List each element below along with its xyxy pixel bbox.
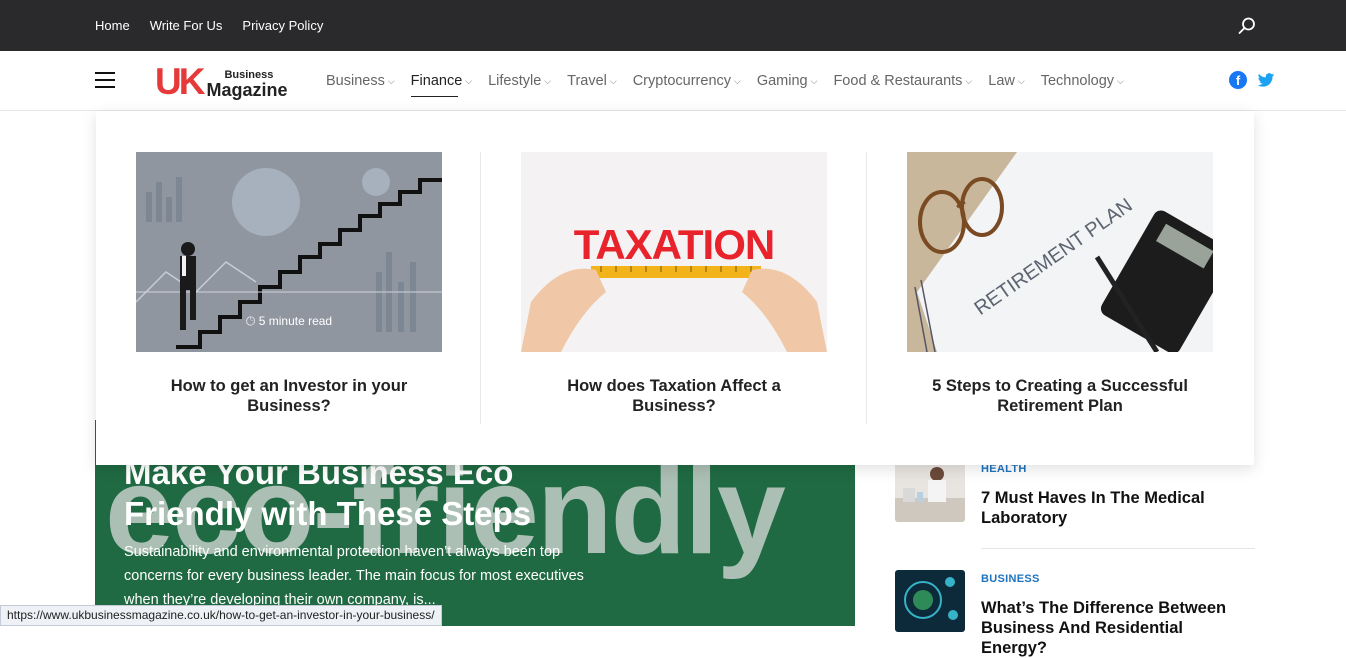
chevron-down-icon: ⌵ [465,75,473,86]
mega-menu-card[interactable]: 🕒︎ 5 minute read How to get an Investor … [136,152,442,416]
main-header: UK Business Magazine Business ⌵ Finance ⌵ … [0,51,1346,111]
clock-icon: 🕒︎ [245,314,256,328]
social-links: f [1229,71,1275,89]
hero-excerpt: Sustainability and environmental protect… [124,544,584,608]
image-caption: TAXATION [574,221,774,268]
nav-label: Finance [410,73,463,89]
top-bar: Home Write For Us Privacy Policy [0,0,1346,51]
twitter-icon[interactable] [1257,71,1275,89]
post-thumbnail[interactable] [895,460,965,522]
nav-item-gaming[interactable]: Gaming ⌵ [757,51,818,111]
divider [480,152,481,424]
nav-item-travel[interactable]: Travel ⌵ [567,51,617,111]
chevron-down-icon: ⌵ [965,75,973,86]
facebook-icon[interactable]: f [1229,71,1247,89]
nav-label: Technology [1040,73,1115,89]
chevron-down-icon: ⌵ [1117,75,1124,86]
logo-big-text: Magazine [206,80,288,100]
finance-mega-menu: 🕒︎ 5 minute read How to get an Investor … [96,111,1254,465]
nav-item-technology[interactable]: Technology ⌵ [1041,51,1124,111]
site-logo[interactable]: UK Business Magazine [155,61,288,102]
main-nav: Business ⌵ Finance ⌵ Lifestyle ⌵ Travel ⌵ Cr… [326,51,1124,111]
post-image[interactable]: TAXATION [521,152,827,352]
post-title[interactable]: What’s The Difference Between Business A… [981,598,1251,658]
read-time-text: 5 minute read [258,314,333,328]
top-links: Home Write For Us Privacy Policy [95,0,323,51]
chevron-down-icon: ⌵ [810,75,818,86]
nav-item-cryptocurrency[interactable]: Cryptocurrency ⌵ [633,51,741,111]
top-link-write-for-us[interactable]: Write For Us [150,18,223,33]
chevron-down-icon: ⌵ [1017,75,1025,86]
nav-item-lifestyle[interactable]: Lifestyle ⌵ [488,51,551,111]
divider [981,548,1255,549]
chevron-down-icon: ⌵ [734,75,741,86]
nav-label: Travel [567,73,607,89]
mega-card-title[interactable]: 5 Steps to Creating a Successful Retirem… [907,376,1213,416]
post-image[interactable]: 🕒︎ 5 minute read [136,152,442,352]
nav-item-business[interactable]: Business ⌵ [326,51,395,111]
chevron-down-icon: ⌵ [544,75,552,86]
post-title[interactable]: 7 Must Haves In The Medical Laboratory [981,488,1251,528]
post-category[interactable]: BUSINESS [981,573,1040,585]
nav-label: Lifestyle [488,73,542,89]
mega-menu-card[interactable]: RETIREMENT PLAN 5 Steps to Creating a Su… [907,152,1213,416]
mega-card-title[interactable]: How to get an Investor in your Business? [136,376,442,416]
post-image[interactable]: RETIREMENT PLAN [907,152,1213,352]
logo-mark: UK [155,61,205,102]
divider [866,152,867,424]
nav-label: Food & Restaurants [833,73,963,89]
chevron-down-icon: ⌵ [387,75,395,86]
nav-item-law[interactable]: Law ⌵ [988,51,1024,111]
mega-menu-card[interactable]: TAXATION How does Taxation Affect a Busi… [521,152,827,416]
mega-card-title[interactable]: How does Taxation Affect a Business? [521,376,827,416]
read-time-label: 🕒︎ 5 minute read [136,314,442,329]
nav-label: Gaming [756,73,808,89]
nav-item-food-restaurants[interactable]: Food & Restaurants ⌵ [833,51,972,111]
top-link-privacy-policy[interactable]: Privacy Policy [242,18,323,33]
search-icon[interactable] [1237,16,1257,36]
nav-label: Business [326,73,385,89]
nav-label: Law [988,73,1015,89]
status-bar-url: https://www.ukbusinessmagazine.co.uk/how… [0,605,442,626]
chevron-down-icon: ⌵ [609,75,617,86]
nav-item-finance[interactable]: Finance ⌵ [410,51,473,111]
nav-label: Cryptocurrency [632,73,732,89]
menu-icon[interactable] [95,72,115,90]
top-link-home[interactable]: Home [95,18,130,33]
post-thumbnail[interactable] [895,570,965,632]
